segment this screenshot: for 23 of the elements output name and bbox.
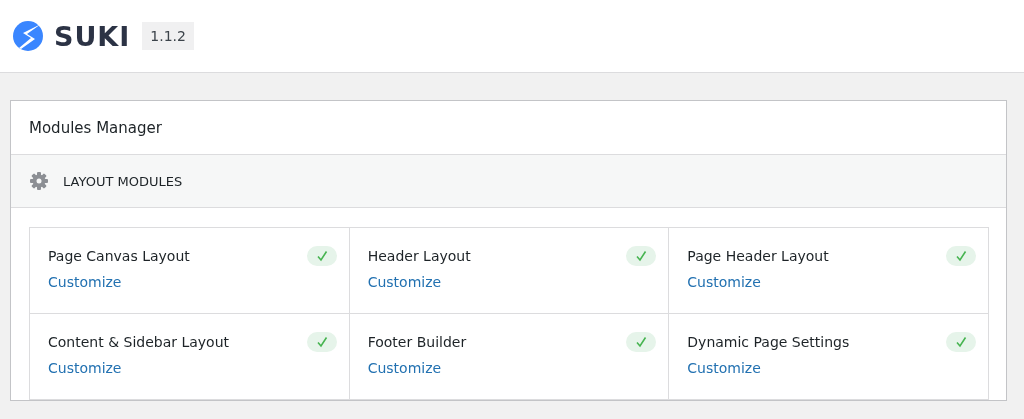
check-icon bbox=[315, 336, 328, 348]
module-name: Dynamic Page Settings bbox=[687, 334, 851, 350]
module-name: Header Layout bbox=[367, 248, 472, 264]
customize-link[interactable]: Customize bbox=[687, 360, 761, 376]
check-icon bbox=[955, 336, 967, 348]
module-name: Footer Builder bbox=[367, 334, 468, 350]
customize-link[interactable]: Customize bbox=[367, 360, 442, 376]
customize-link[interactable]: Customize bbox=[687, 274, 761, 290]
logo-icon bbox=[10, 18, 46, 54]
check-icon bbox=[635, 250, 648, 262]
version-badge: 1.1.2 bbox=[142, 22, 194, 50]
check-icon bbox=[315, 250, 328, 262]
customize-link[interactable]: Customize bbox=[48, 360, 122, 376]
module-name: Page Header Layout bbox=[687, 248, 830, 264]
customize-link[interactable]: Customize bbox=[367, 274, 442, 290]
check-icon bbox=[955, 250, 967, 262]
gear-icon bbox=[29, 171, 49, 191]
module-name: Page Canvas Layout bbox=[48, 248, 191, 264]
section-title: LAYOUT MODULES bbox=[63, 173, 183, 189]
brand-name: SUKI bbox=[54, 20, 131, 52]
customize-link[interactable]: Customize bbox=[48, 274, 122, 290]
module-name: Content & Sidebar Layout bbox=[48, 334, 231, 350]
check-icon bbox=[635, 336, 648, 348]
